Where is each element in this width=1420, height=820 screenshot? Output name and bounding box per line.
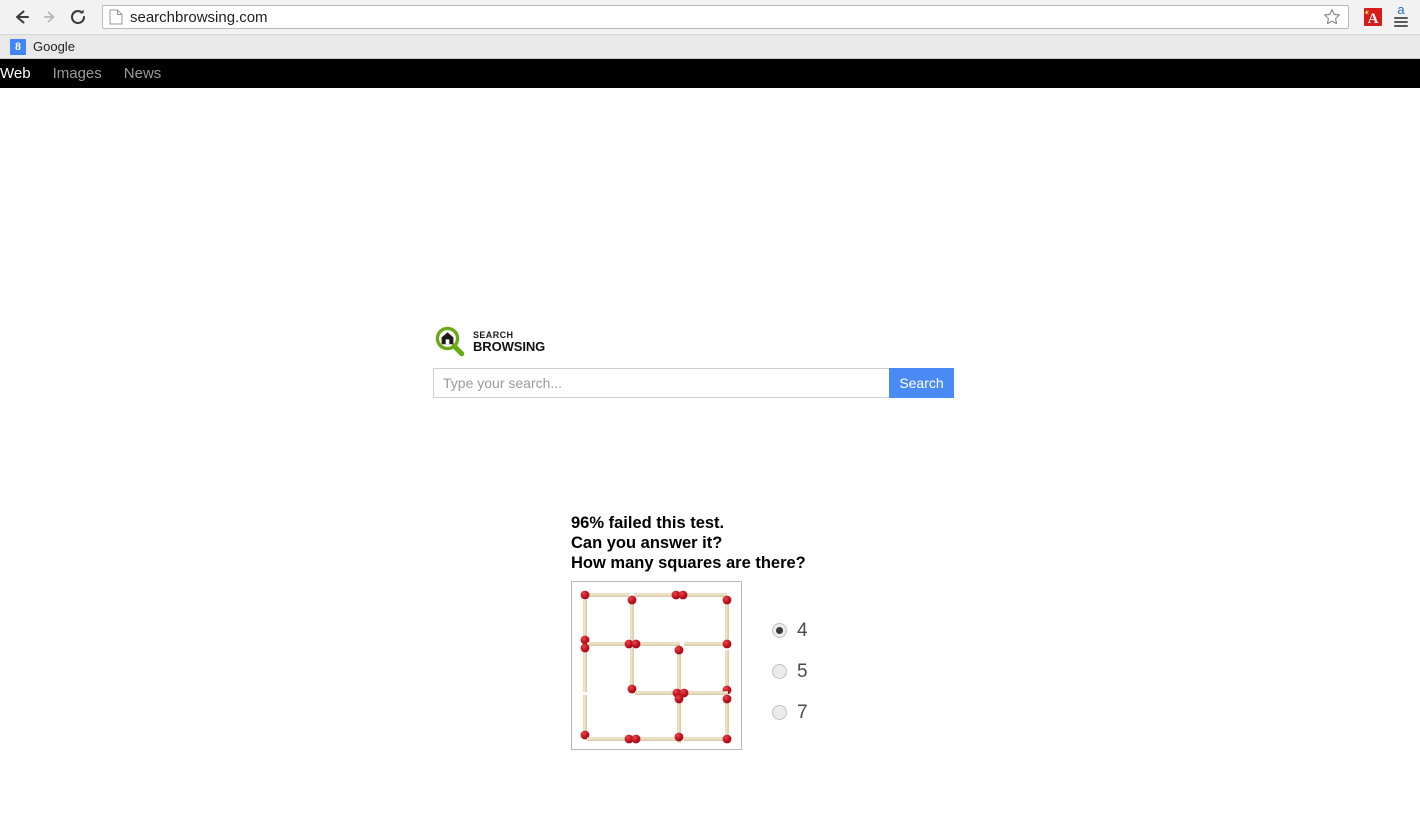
browser-chrome: searchbrowsing.com A a 8 Google <box>0 0 1420 59</box>
radio-button-4[interactable] <box>772 623 787 638</box>
nav-link-images[interactable]: Images <box>53 65 116 82</box>
back-button[interactable] <box>8 3 36 31</box>
logo-line-browsing: BROWSING <box>473 339 546 354</box>
nav-link-web[interactable]: Web <box>0 65 45 82</box>
matchstick-puzzle-svg <box>580 590 732 744</box>
house-in-magnifier-icon <box>433 325 467 359</box>
matchstick-squares-puzzle <box>571 581 742 750</box>
back-arrow-icon <box>12 7 32 27</box>
document-icon <box>109 9 123 25</box>
answer-label-4: 4 <box>797 619 808 641</box>
bookmark-item-google[interactable]: 8 Google <box>8 38 81 56</box>
answer-options: 4 5 7 <box>772 610 808 733</box>
site-navigation-bar: Web Images News <box>0 59 1420 88</box>
browser-menu-button[interactable]: a <box>1392 2 1410 32</box>
svg-text:A: A <box>1368 11 1379 27</box>
url-text: searchbrowsing.com <box>130 8 268 26</box>
logo-wordmark: SEARCH BROWSING <box>473 331 546 354</box>
answer-option-4[interactable]: 4 <box>772 610 808 651</box>
star-icon[interactable] <box>1322 7 1342 27</box>
quiz-line-2: Can you answer it? <box>571 534 723 552</box>
forward-button[interactable] <box>36 3 64 31</box>
forward-arrow-icon <box>40 7 60 27</box>
address-bar[interactable]: searchbrowsing.com <box>102 5 1349 29</box>
radio-button-7[interactable] <box>772 705 787 720</box>
quiz-question-text: 96% failed this test. Can you answer it?… <box>571 513 806 573</box>
google-favicon-icon: 8 <box>10 38 26 55</box>
answer-option-7[interactable]: 7 <box>772 692 808 733</box>
reload-icon <box>68 7 88 27</box>
nav-link-news[interactable]: News <box>124 65 176 82</box>
red-a-extension-icon[interactable]: A <box>1363 7 1383 27</box>
search-input[interactable] <box>433 368 889 398</box>
radio-button-5[interactable] <box>772 664 787 679</box>
menu-a-letter: a <box>1397 2 1405 17</box>
bookmarks-bar: 8 Google <box>0 34 1420 58</box>
page-content: SEARCH BROWSING Search 96% failed this t… <box>0 88 1420 820</box>
answer-option-5[interactable]: 5 <box>772 651 808 692</box>
bookmark-label: Google <box>33 39 75 54</box>
search-form: Search <box>433 368 954 398</box>
quiz-line-1: 96% failed this test. <box>571 514 725 532</box>
search-button[interactable]: Search <box>889 368 954 398</box>
reload-button[interactable] <box>64 3 92 31</box>
answer-label-7: 7 <box>797 701 808 723</box>
answer-label-5: 5 <box>797 660 808 682</box>
hamburger-menu-icon <box>1394 15 1408 29</box>
browser-toolbar: searchbrowsing.com A a <box>0 0 1420 34</box>
quiz-line-3: How many squares are there? <box>571 554 806 572</box>
site-logo[interactable]: SEARCH BROWSING <box>433 325 545 359</box>
